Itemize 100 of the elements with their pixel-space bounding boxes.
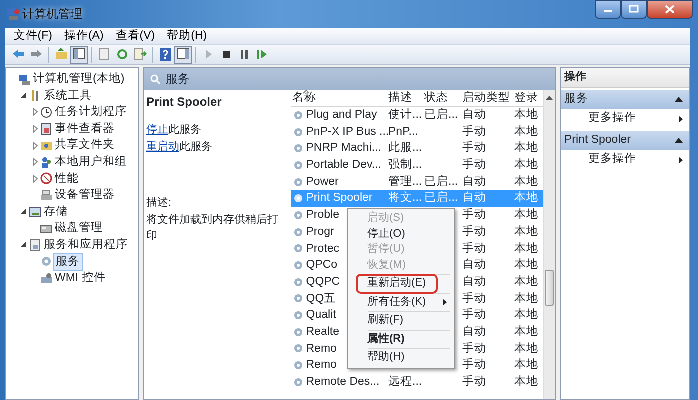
table-cell-text: Protec <box>306 242 340 256</box>
collapsed-arrow-icon[interactable] <box>32 174 38 183</box>
gauge-icon <box>40 172 53 186</box>
table-cell-text: 管理... <box>388 174 422 190</box>
tree-item[interactable]: 设备管理器 <box>53 187 117 204</box>
collapsed-arrow-icon[interactable] <box>32 125 38 134</box>
table-cell-text: Portable Dev... <box>306 158 382 174</box>
users-icon <box>40 156 53 169</box>
search-icon <box>150 74 160 84</box>
tree-pane-icon <box>72 47 86 62</box>
column-header[interactable]: 描述 <box>386 90 422 107</box>
expanded-arrow-icon[interactable] <box>21 242 27 248</box>
service-name: Print Spooler <box>146 94 223 111</box>
menu-item[interactable]: 查看(V) <box>110 28 162 44</box>
service-action-link[interactable]: 重启动 <box>146 138 180 155</box>
submenu-arrow-icon <box>679 116 683 122</box>
action-item[interactable]: 更多操作 <box>560 150 689 170</box>
minimize-button[interactable] <box>594 0 620 19</box>
menu-item[interactable]: 帮助(H) <box>161 28 214 44</box>
table-cell-text: 本地 <box>514 274 540 290</box>
table-cell-text: 手动 <box>462 241 488 256</box>
device-icon <box>40 188 53 202</box>
collapsed-arrow-icon[interactable] <box>32 142 38 150</box>
column-header[interactable]: 启动类型 <box>460 90 512 107</box>
table-cell-text: 本地 <box>514 358 540 374</box>
scrollbar-thumb[interactable] <box>544 270 554 306</box>
table-cell-text: Remote Des... <box>306 375 380 390</box>
section-header[interactable]: Print Spooler <box>560 131 689 150</box>
table-cell-text: QQ五 <box>306 292 336 307</box>
table-cell-text: 手动 <box>462 157 488 174</box>
close-button[interactable] <box>646 0 692 19</box>
table-cell-text: 自动 <box>462 108 488 123</box>
column-header[interactable]: 登录 <box>512 90 542 107</box>
tree-item[interactable]: 事件查看器 <box>53 120 117 138</box>
table-cell-text: Plug and Play <box>306 108 378 123</box>
table-cell-text: 本地 <box>514 324 540 340</box>
close-icon <box>664 4 674 14</box>
table-cell-text: 本地 <box>514 242 540 256</box>
submenu-arrow-icon <box>442 298 446 306</box>
tree-item[interactable]: 性能 <box>53 170 81 188</box>
menu-item[interactable]: 停止(O) <box>350 226 452 242</box>
service-action-text: 此服务 <box>168 123 202 138</box>
expanded-arrow-icon[interactable] <box>21 92 27 99</box>
tree-item[interactable]: 任务计划程序 <box>53 104 129 121</box>
tree-item[interactable]: 服务 <box>53 252 83 272</box>
table-cell-text: Remo <box>306 342 337 357</box>
collapsed-arrow-icon[interactable] <box>32 108 38 116</box>
tree-item[interactable]: 共享文件夹 <box>53 137 117 154</box>
table-cell-text: 本地 <box>514 174 540 190</box>
action-item[interactable]: 更多操作 <box>560 109 689 129</box>
table-cell-text: Print Spooler <box>306 191 373 206</box>
window-title: 计算机管理 <box>22 6 82 23</box>
tree-item[interactable]: 本地用户和组 <box>53 154 129 171</box>
menu-item[interactable]: 刷新(F) <box>350 313 452 328</box>
table-cell-text: 手动 <box>462 124 488 140</box>
table-cell-text: 本地 <box>514 308 540 324</box>
table-cell-text: QPCo <box>306 258 338 274</box>
section-header[interactable]: 服务 <box>560 90 689 109</box>
menu-item[interactable]: 操作(A) <box>58 28 110 44</box>
service-action-link[interactable]: 停止 <box>146 122 168 138</box>
tree-item[interactable]: 磁盘管理 <box>53 220 105 237</box>
submenu-arrow-icon <box>679 156 683 164</box>
tree-item[interactable]: WMI 控件 <box>53 270 108 287</box>
maximize-icon <box>628 5 638 14</box>
table-cell-text: 手动 <box>462 140 488 156</box>
panel-title: 服务 <box>166 71 190 88</box>
menu-item[interactable]: 属性(R) <box>350 332 452 347</box>
menu-item[interactable]: 所有任务(K) <box>350 294 452 310</box>
menu-item[interactable]: 文件(F) <box>8 28 58 44</box>
up-folder-icon <box>54 47 68 62</box>
collapsed-arrow-icon[interactable] <box>32 158 38 166</box>
tree-pane-button[interactable] <box>70 46 88 64</box>
table-cell-text: Remo <box>306 358 337 374</box>
tree-item[interactable]: 服务和应用程序 <box>42 236 130 254</box>
table-cell-text: 手动 <box>462 374 488 390</box>
table-cell-text: 手动 <box>462 291 488 307</box>
table-cell-text: PnP... <box>388 124 420 140</box>
table-cell-text: 本地 <box>514 140 540 156</box>
storage-icon <box>29 206 42 219</box>
computer-icon <box>18 72 31 86</box>
table-cell-text: 本地 <box>514 342 540 357</box>
table-cell-text: 手动 <box>462 357 488 374</box>
log-icon <box>40 122 53 136</box>
tree-item[interactable]: 计算机管理(本地) <box>31 71 127 88</box>
table-cell-text: 本地 <box>514 158 540 174</box>
column-header[interactable]: 名称 <box>290 90 386 107</box>
tree-item[interactable]: 存储 <box>42 204 70 220</box>
scrollbar[interactable] <box>542 90 554 399</box>
table-cell-text: PNRP Machi... <box>306 141 382 156</box>
menu-item[interactable]: 帮助(H) <box>350 350 452 366</box>
action-pane-button[interactable] <box>174 46 192 64</box>
shared-folder-icon <box>40 139 53 152</box>
column-header[interactable]: 状态 <box>422 90 460 107</box>
table-cell-text: 手动 <box>462 224 488 240</box>
expanded-arrow-icon[interactable] <box>21 209 27 216</box>
maximize-button[interactable] <box>620 0 646 19</box>
menu-item[interactable]: 重新启动(E) <box>358 276 436 292</box>
table-cell-text: 手动 <box>462 307 488 324</box>
tree-item[interactable]: 系统工具 <box>42 88 94 104</box>
wmi-icon <box>40 272 53 285</box>
